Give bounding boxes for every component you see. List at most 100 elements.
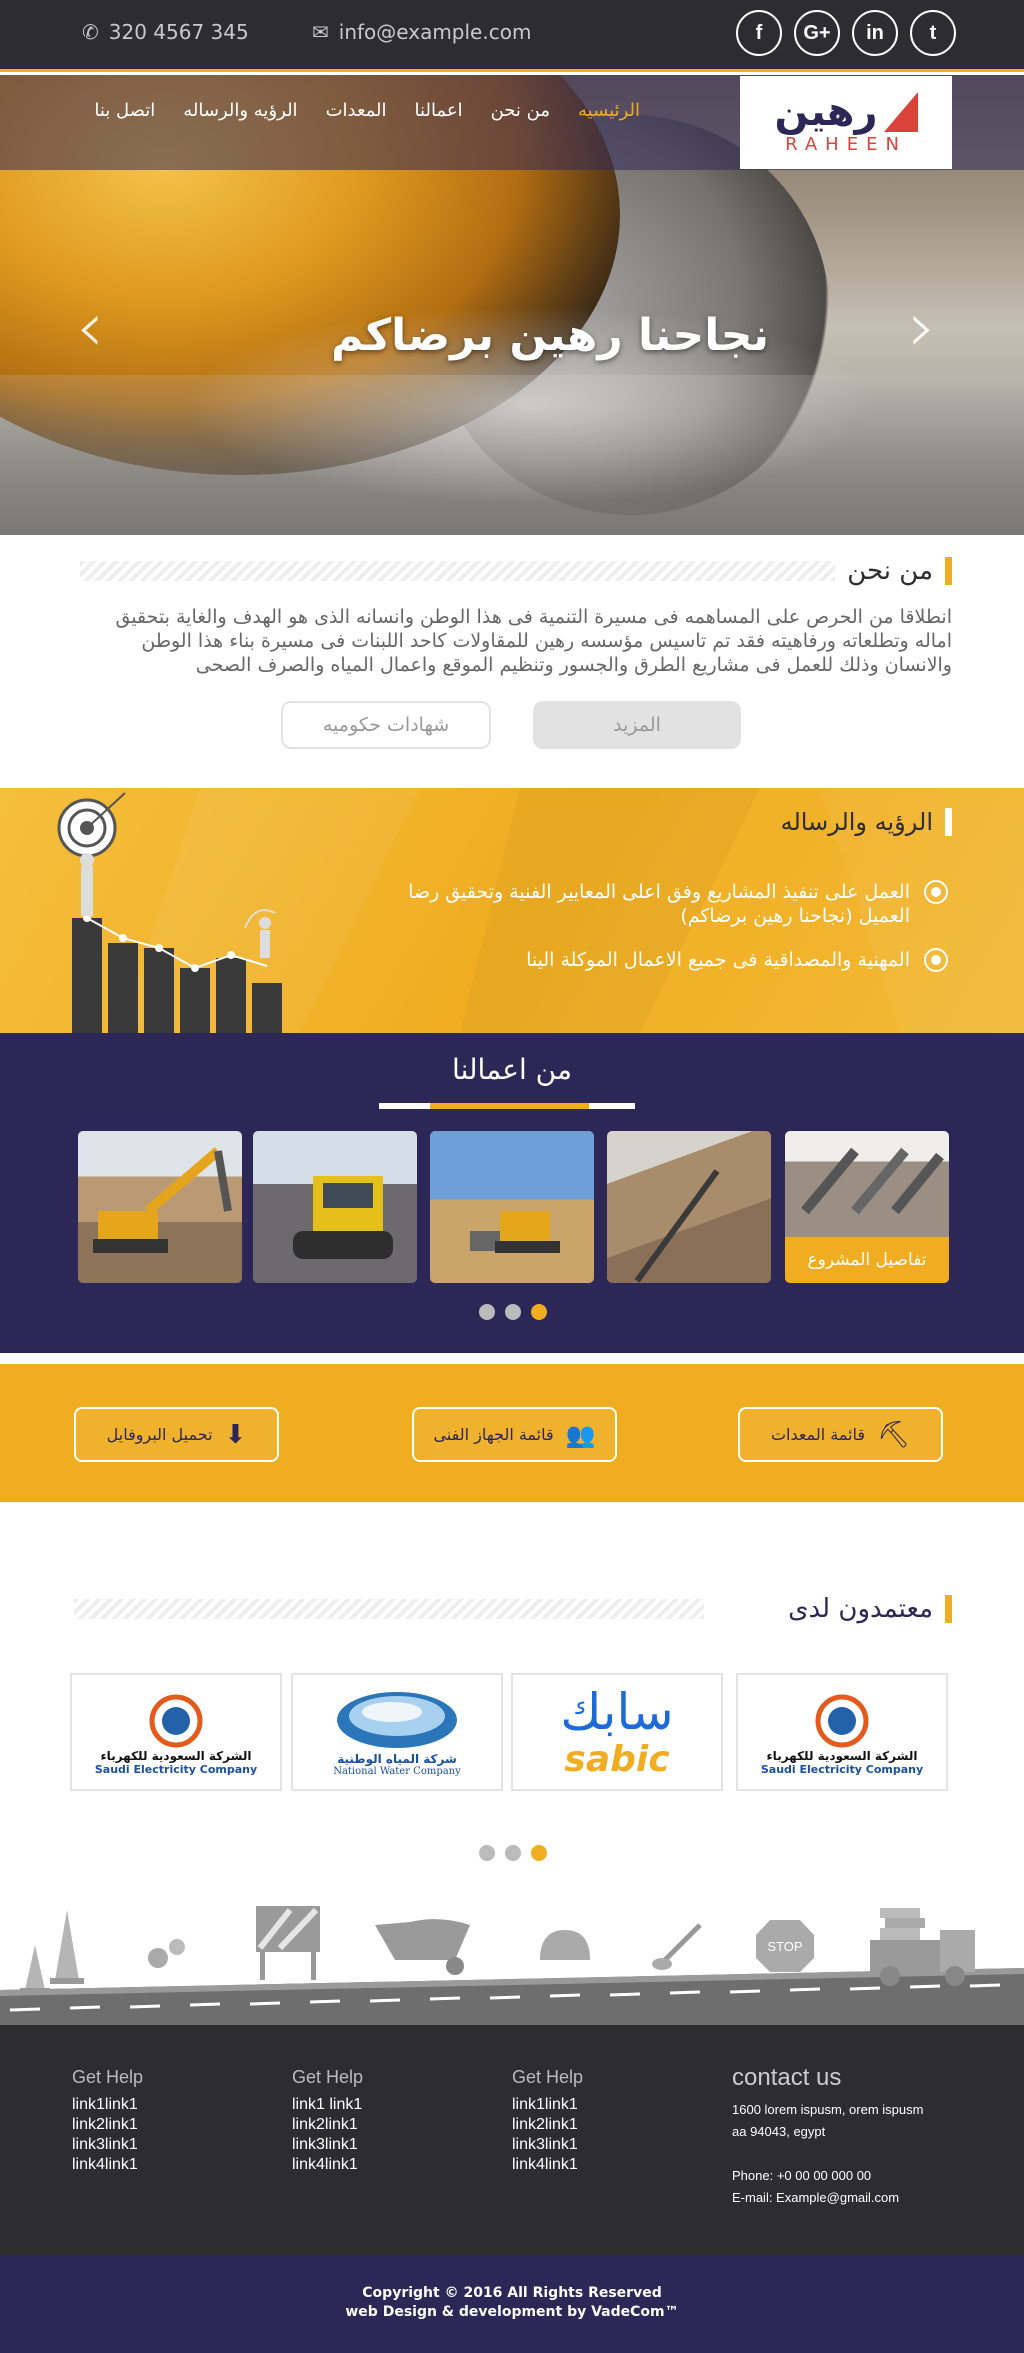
- raheen-logo[interactable]: رهين RAHEEN: [740, 76, 952, 169]
- carousel-dot[interactable]: [479, 1304, 495, 1320]
- footer-link[interactable]: link2link1: [72, 2115, 143, 2135]
- footer-link[interactable]: link1 link1: [292, 2095, 363, 2115]
- excavator-icon: ⛏: [877, 1419, 911, 1450]
- footer-link[interactable]: link4link1: [292, 2155, 363, 2175]
- footer-links-col: Get Help link1link1 link2link1 link3link…: [512, 2067, 583, 2175]
- partner-logo-sec[interactable]: الشركة السعودية للكهرباء Saudi Electrici…: [736, 1673, 948, 1791]
- hero-title: نجاحنا رهين برضاكم: [330, 310, 769, 361]
- email-contact[interactable]: ✉ info@example.com: [312, 20, 531, 44]
- carousel-dot[interactable]: [505, 1304, 521, 1320]
- contact-title: contact us: [732, 2064, 842, 2091]
- partner-name-en: National Water Company: [333, 1765, 461, 1777]
- vision-item: العمل على تنفيذ المشاريع وفق اعلى المعاي…: [370, 880, 948, 928]
- partner-logo-sabic[interactable]: سابك sabic: [511, 1673, 723, 1791]
- nav-about[interactable]: من نحن: [491, 100, 550, 121]
- twitter-icon[interactable]: t: [910, 10, 956, 56]
- section-accent-bar: [945, 557, 952, 585]
- technical-staff-button[interactable]: 👥 قائمة الجهاز الفنى: [412, 1407, 617, 1462]
- pipeline-icon: [634, 1169, 720, 1283]
- main-nav: الرئيسيه من نحن اعمالنا المعدات الرؤيه و…: [80, 100, 640, 121]
- footer-link[interactable]: link1link1: [72, 2095, 143, 2115]
- section-accent-bar: [945, 1595, 952, 1623]
- vision-section: الرؤيه والرساله العمل على تنفيذ المشاريع…: [0, 788, 1024, 1033]
- contact-email[interactable]: E-mail: Example@gmail.com: [732, 2187, 923, 2209]
- carousel-dot[interactable]: [505, 1845, 521, 1861]
- phone-icon: ✆: [82, 20, 99, 44]
- footer-link[interactable]: link3link1: [72, 2135, 143, 2155]
- contact-address: 1600 lorem ispusm, orem ispusm: [732, 2102, 924, 2117]
- vision-title: الرؤيه والرساله: [780, 808, 933, 836]
- footer-links-col: Get Help link1 link1 link2link1 link3lin…: [292, 2067, 363, 2175]
- partner-name-ar: الشركة السعودية للكهرباء: [100, 1748, 252, 1763]
- download-profile-button[interactable]: ⬇ تحميل البروفايل: [74, 1407, 279, 1462]
- vision-item-text: العمل على تنفيذ المشاريع وفق اعلى المعاي…: [408, 881, 910, 927]
- contact-phone: Phone: +0 00 00 000 00: [732, 2168, 872, 2183]
- linkedin-icon[interactable]: in: [852, 10, 898, 56]
- about-header: من نحن: [80, 556, 952, 586]
- footer-link[interactable]: link2link1: [292, 2115, 363, 2135]
- target-bullet-icon: [924, 880, 948, 904]
- work-thumbnail[interactable]: [430, 1131, 594, 1283]
- works-carousel-dots: [479, 1304, 547, 1320]
- section-divider: [80, 561, 836, 581]
- carousel-dot-active[interactable]: [531, 1845, 547, 1861]
- phone-contact[interactable]: ✆ 320 4567 345: [82, 20, 249, 44]
- project-details-button[interactable]: تفاصيل المشروع: [785, 1237, 949, 1283]
- nav-equipment[interactable]: المعدات: [326, 100, 387, 121]
- download-label: تحميل البروفايل: [106, 1425, 213, 1444]
- certificates-button[interactable]: شهادات حكوميه: [281, 701, 491, 749]
- download-label: قائمة الجهاز الفنى: [433, 1425, 554, 1444]
- road-roller-icon: [293, 1176, 393, 1259]
- partner-name-ar: سابك: [560, 1683, 674, 1741]
- copyright-bar: Copyright © 2016 All Rights Reserved web…: [0, 2255, 1024, 2353]
- logo-mark-icon: [883, 92, 918, 132]
- nav-contact[interactable]: اتصل بنا: [94, 100, 155, 121]
- footer-link[interactable]: link1link1: [512, 2095, 583, 2115]
- more-button[interactable]: المزيد: [533, 701, 741, 749]
- footer-link[interactable]: link3link1: [512, 2135, 583, 2155]
- slider-next-arrow[interactable]: ›: [902, 282, 942, 372]
- partner-name-en: Saudi Electricity Company: [94, 1762, 258, 1776]
- footer-col-title: Get Help: [512, 2067, 584, 2087]
- target-bullet-icon: [924, 948, 948, 972]
- footer-col-title: Get Help: [72, 2067, 144, 2087]
- partners-header: معتمدون لدى: [74, 1594, 952, 1624]
- vision-header: الرؤيه والرساله: [640, 808, 952, 836]
- work-thumbnail[interactable]: تفاصيل المشروع: [785, 1131, 949, 1283]
- partner-name-en: Saudi Electricity Company: [760, 1762, 924, 1776]
- work-thumbnail[interactable]: [78, 1131, 242, 1283]
- footer-link[interactable]: link3link1: [292, 2135, 363, 2155]
- partner-logo-nwc[interactable]: شركة المياه الوطنية National Water Compa…: [291, 1673, 503, 1791]
- about-title: من نحن: [847, 556, 933, 586]
- bulldozer-icon: [470, 1211, 560, 1253]
- partners-carousel-dots: [479, 1845, 547, 1861]
- phone-number: 320 4567 345: [108, 20, 249, 44]
- envelope-icon: ✉: [312, 20, 329, 44]
- credit-text[interactable]: web Design & development by VadeCom™: [0, 2303, 1024, 2322]
- nav-home[interactable]: الرئيسيه: [578, 100, 640, 121]
- partner-name-en: sabic: [564, 1739, 670, 1780]
- work-thumbnail[interactable]: [607, 1131, 771, 1283]
- growth-chart-illustration-icon: [57, 792, 282, 1033]
- slider-prev-arrow[interactable]: ‹: [70, 282, 110, 372]
- facebook-icon[interactable]: f: [736, 10, 782, 56]
- carousel-dot[interactable]: [479, 1845, 495, 1861]
- partner-logo-sec[interactable]: الشركة السعودية للكهرباء Saudi Electrici…: [70, 1673, 282, 1791]
- footer-link[interactable]: link4link1: [512, 2155, 583, 2175]
- email-address: info@example.com: [338, 20, 532, 44]
- nav-works[interactable]: اعمالنا: [415, 100, 463, 121]
- sec-emblem-icon: [149, 1694, 203, 1747]
- vision-item-text: المهنية والمصداقية فى جميع الاعمال الموك…: [526, 949, 910, 971]
- section-divider: [74, 1599, 705, 1619]
- nav-vision[interactable]: الرؤيه والرساله: [183, 100, 297, 121]
- carousel-dot-active[interactable]: [531, 1304, 547, 1320]
- footer-link[interactable]: link2link1: [512, 2115, 583, 2135]
- download-icon: ⬇: [224, 1419, 247, 1450]
- team-icon: 👥: [565, 1420, 596, 1449]
- footer: Get Help link1link1 link2link1 link3link…: [0, 2025, 1024, 2255]
- equipment-list-button[interactable]: ⛏ قائمة المعدات: [738, 1407, 943, 1462]
- google-plus-icon[interactable]: G+: [794, 10, 840, 56]
- work-thumbnail[interactable]: [253, 1131, 417, 1283]
- partner-name-ar: الشركة السعودية للكهرباء: [766, 1748, 918, 1763]
- footer-link[interactable]: link4link1: [72, 2155, 143, 2175]
